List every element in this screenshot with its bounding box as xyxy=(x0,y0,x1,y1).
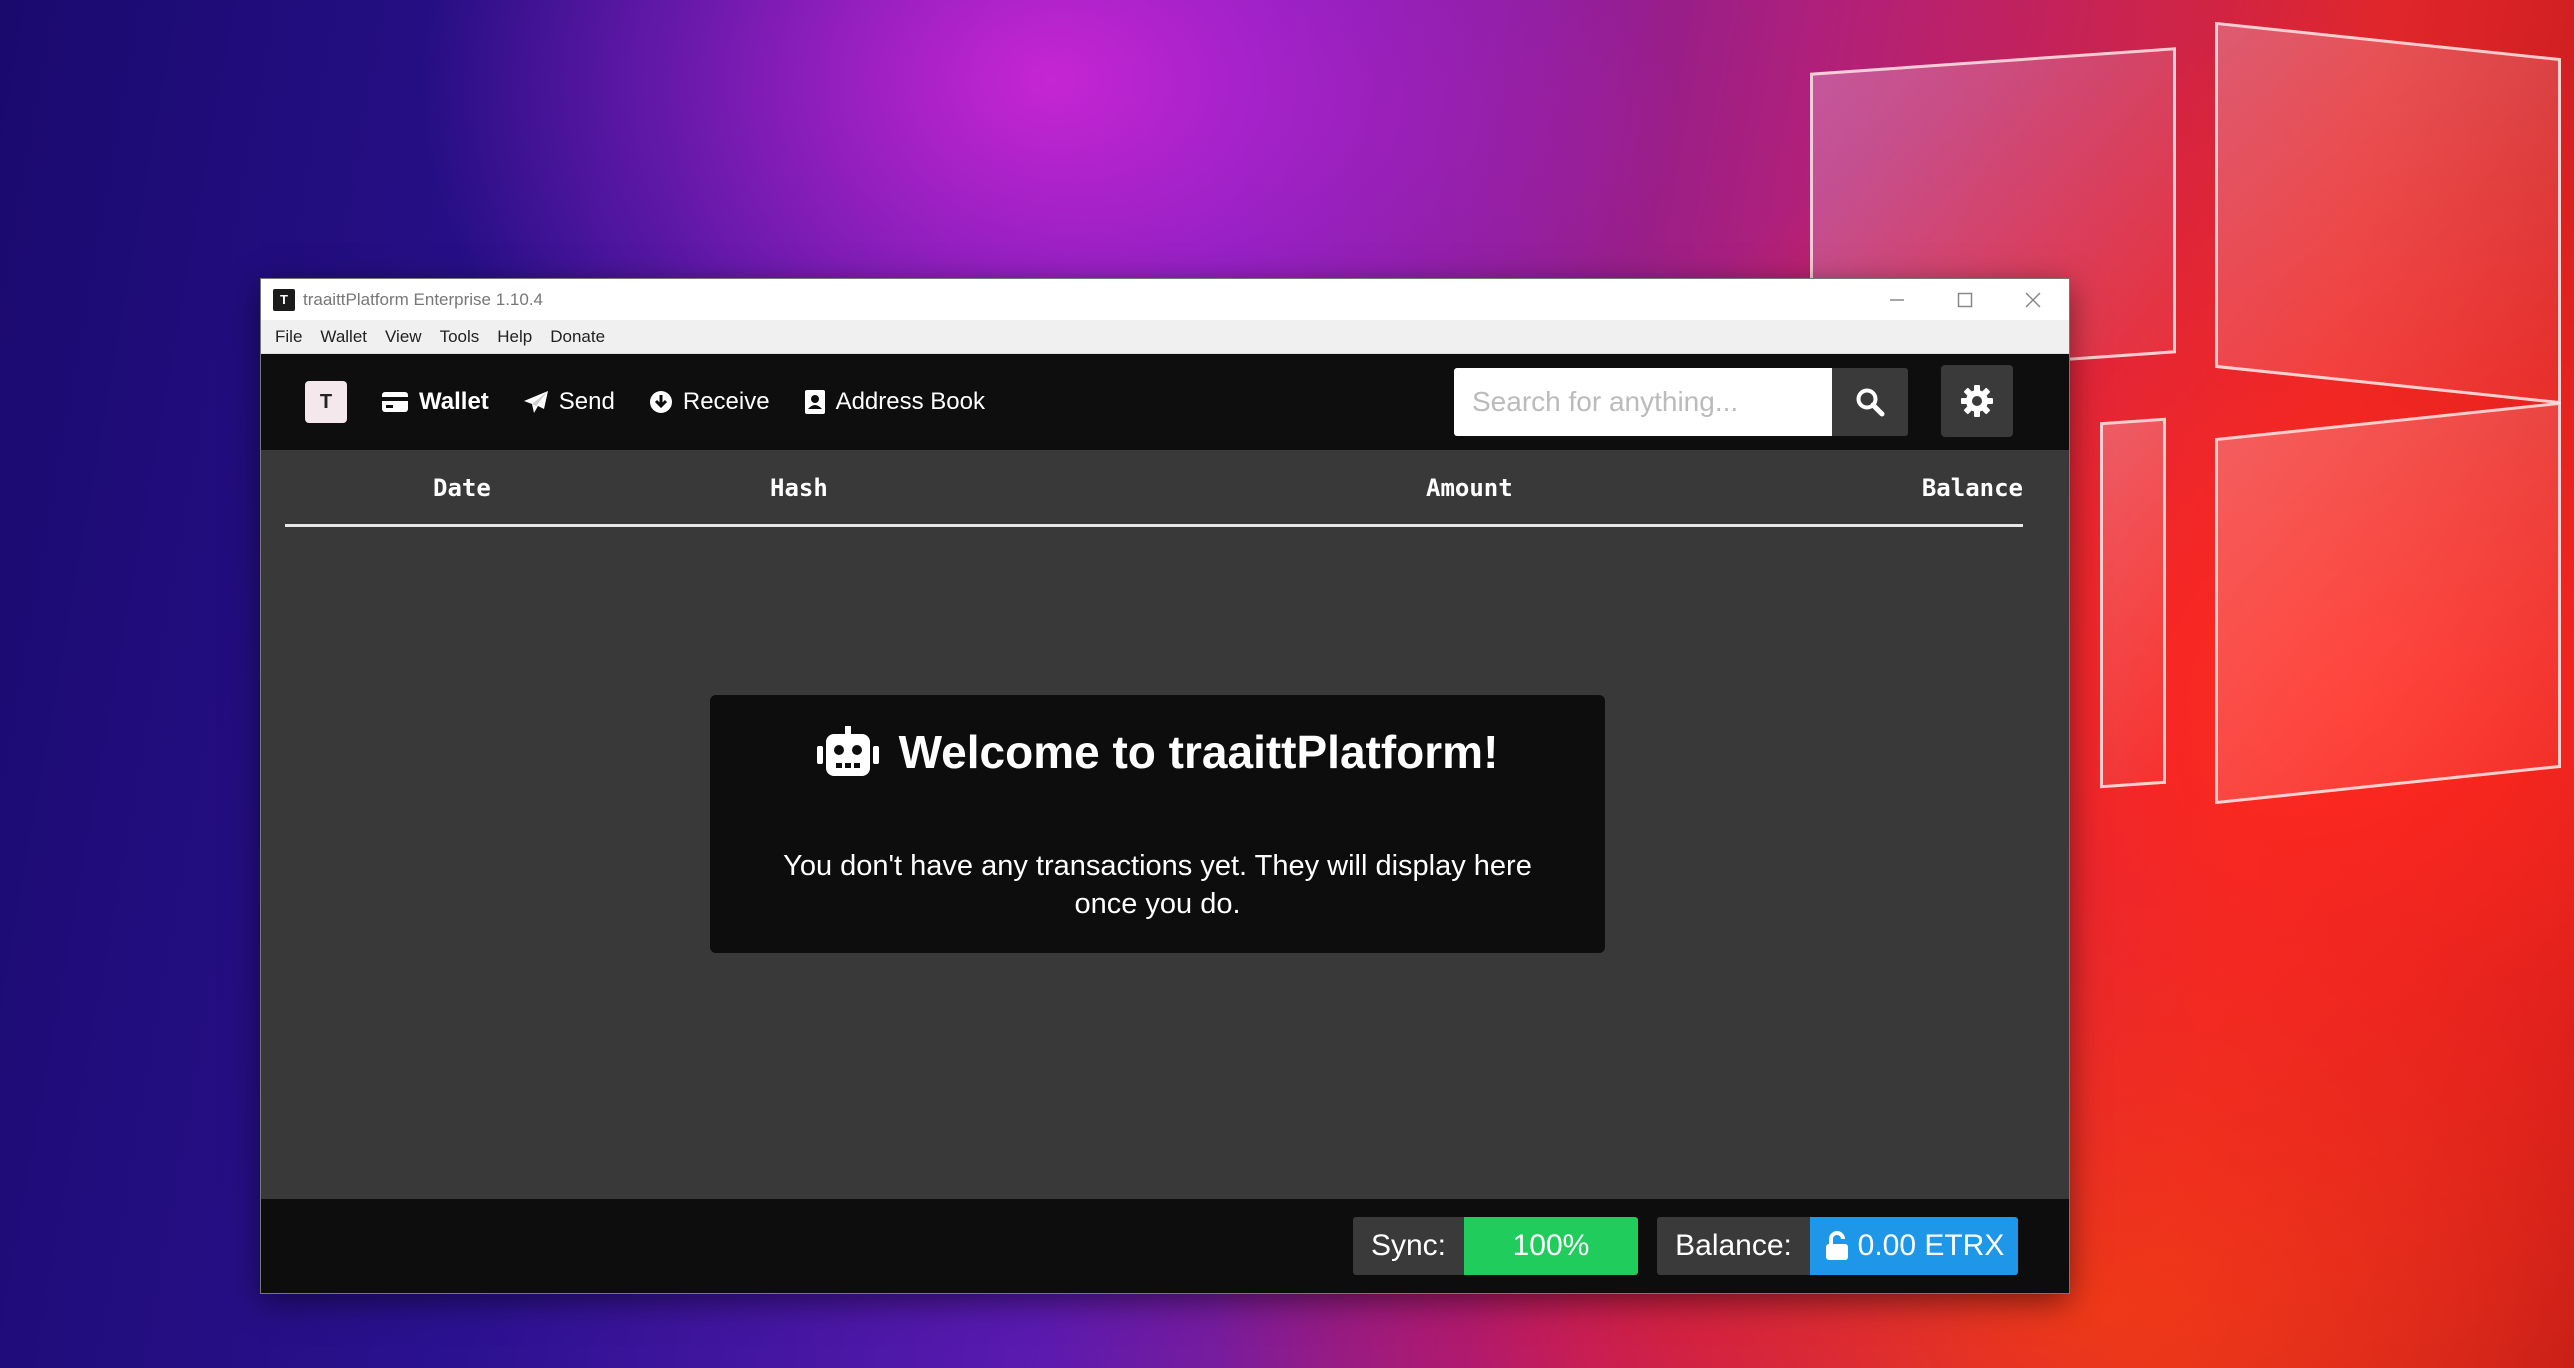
settings-button[interactable] xyxy=(1941,365,2013,437)
wallpaper-pane xyxy=(2215,21,2561,405)
transactions-table-header: Date Hash Amount Balance xyxy=(285,450,2023,527)
search-button[interactable] xyxy=(1832,368,1908,436)
welcome-title: Welcome to traaittPlatform! xyxy=(898,726,1499,778)
column-hash[interactable]: Hash xyxy=(770,474,828,502)
menu-wallet[interactable]: Wallet xyxy=(316,327,371,347)
nav-address-book[interactable]: Address Book xyxy=(804,388,985,416)
menu-file[interactable]: File xyxy=(271,327,306,347)
nav-send[interactable]: Send xyxy=(523,388,615,416)
column-balance[interactable]: Balance xyxy=(1922,474,2023,502)
paper-plane-icon xyxy=(523,391,548,413)
close-icon xyxy=(2025,291,2041,308)
menu-donate[interactable]: Donate xyxy=(546,327,609,347)
navigation-toolbar: T Wallet Send Receive Address Book xyxy=(261,354,2069,450)
app-icon: T xyxy=(273,288,295,311)
nav-send-label: Send xyxy=(558,388,615,415)
search-icon xyxy=(1856,388,1885,417)
minimize-button[interactable] xyxy=(1863,279,1931,320)
column-amount[interactable]: Amount xyxy=(1426,474,1513,502)
nav-wallet-label: Wallet xyxy=(419,388,489,415)
column-date[interactable]: Date xyxy=(433,474,491,502)
title-bar: T traaittPlatform Enterprise 1.10.4 xyxy=(261,279,2069,320)
nav-wallet[interactable]: Wallet xyxy=(381,388,489,416)
menu-tools[interactable]: Tools xyxy=(436,327,484,347)
menu-help[interactable]: Help xyxy=(493,327,536,347)
robot-icon xyxy=(816,726,879,776)
address-book-icon xyxy=(804,390,825,414)
wallpaper-pane xyxy=(2215,401,2561,805)
menu-bar: File Wallet View Tools Help Donate xyxy=(261,320,2069,354)
window-title: traaittPlatform Enterprise 1.10.4 xyxy=(303,289,544,309)
wallet-icon xyxy=(382,392,408,412)
balance-value: 0.00 ETRX xyxy=(1857,1229,2005,1262)
wallpaper-pane xyxy=(2100,417,2166,789)
app-window: T traaittPlatform Enterprise 1.10.4 File… xyxy=(261,279,2069,1293)
nav-receive[interactable]: Receive xyxy=(649,388,770,416)
maximize-icon xyxy=(1957,292,1973,307)
balance-button[interactable]: 0.00 ETRX xyxy=(1810,1217,2018,1275)
status-bar: Sync: 100% Balance: 0.00 ETRX xyxy=(261,1199,2069,1293)
sync-value: 100% xyxy=(1464,1217,1638,1275)
gear-icon xyxy=(1961,385,1993,417)
nav-receive-label: Receive xyxy=(682,388,770,415)
search-input[interactable] xyxy=(1454,368,1832,436)
nav-address-book-label: Address Book xyxy=(835,388,985,415)
unlock-icon xyxy=(1825,1231,1848,1260)
close-button[interactable] xyxy=(1999,279,2067,320)
minimize-icon xyxy=(1890,298,1904,301)
traaitt-logo-icon[interactable]: T xyxy=(305,381,347,423)
maximize-button[interactable] xyxy=(1931,279,1999,320)
arrow-down-circle-icon xyxy=(649,391,672,413)
balance-label: Balance: xyxy=(1657,1217,1810,1275)
welcome-heading: Welcome to traaittPlatform! xyxy=(710,725,1605,779)
menu-view[interactable]: View xyxy=(381,327,426,347)
sync-label: Sync: xyxy=(1353,1217,1464,1275)
welcome-panel: Welcome to traaittPlatform! You don't ha… xyxy=(710,695,1605,953)
welcome-message: You don't have any transactions yet. The… xyxy=(783,850,1532,920)
